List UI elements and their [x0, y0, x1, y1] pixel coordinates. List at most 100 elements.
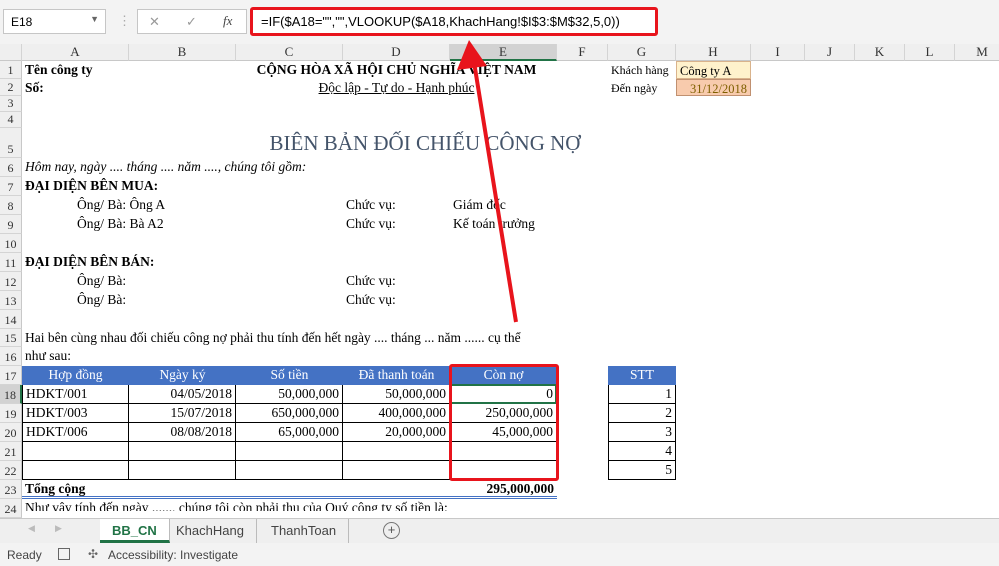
table-header-2[interactable]: Số tiền [236, 366, 343, 385]
column-header-J[interactable]: J [805, 44, 855, 61]
column-header-E[interactable]: E [450, 44, 557, 61]
column-header-A[interactable]: A [22, 44, 129, 61]
table-header-0[interactable]: Hợp đồng [22, 366, 129, 385]
customer-label[interactable]: Khách hàng [608, 61, 676, 79]
stt-cell[interactable]: 3 [608, 423, 676, 442]
accessibility-icon[interactable]: ✣ [88, 547, 98, 561]
column-header-F[interactable]: F [557, 44, 608, 61]
table-cell[interactable]: 50,000,000 [236, 385, 343, 404]
row-header-11[interactable]: 11 [0, 253, 22, 272]
row-header-13[interactable]: 13 [0, 291, 22, 310]
tab-khachhang[interactable]: KhachHang [164, 519, 257, 543]
table-cell[interactable]: 400,000,000 [343, 404, 450, 423]
intro-text[interactable]: Hôm nay, ngày .... tháng .... năm ...., … [22, 158, 557, 177]
buyer-2-role-label[interactable]: Chức vụ: [343, 215, 450, 234]
insert-function-icon[interactable]: fx [223, 13, 232, 29]
name-box[interactable]: E18 ▼ [3, 9, 106, 34]
seller-1[interactable]: Ông/ Bà: [22, 272, 343, 291]
stt-cell[interactable]: 1 [608, 385, 676, 404]
table-cell[interactable] [22, 442, 129, 461]
add-sheet-button[interactable]: + [383, 522, 400, 539]
row-header-2[interactable]: 2 [0, 79, 22, 96]
table-cell[interactable] [129, 461, 236, 480]
table-cell[interactable] [236, 442, 343, 461]
table-header-1[interactable]: Ngày ký [129, 366, 236, 385]
total-value[interactable]: 295,000,000 [450, 480, 557, 499]
column-header-I[interactable]: I [751, 44, 805, 61]
next-sheet-icon[interactable]: ▶ [55, 523, 62, 534]
column-header-L[interactable]: L [905, 44, 955, 61]
row-header-8[interactable]: 8 [0, 196, 22, 215]
row-header-7[interactable]: 7 [0, 177, 22, 196]
table-cell[interactable]: 04/05/2018 [129, 385, 236, 404]
row-header-5[interactable]: 5 [0, 128, 22, 158]
row-header-14[interactable]: 14 [0, 310, 22, 329]
seller-1-role-label[interactable]: Chức vụ: [343, 272, 450, 291]
buyer-2-role[interactable]: Kế toán trưởng [450, 215, 608, 234]
table-cell[interactable] [22, 461, 129, 480]
drag-handle-icon[interactable]: ⋮ [118, 13, 131, 29]
row-header-1[interactable]: 1 [0, 61, 22, 79]
column-header-M[interactable]: M [955, 44, 999, 61]
row-header-21[interactable]: 21 [0, 442, 22, 461]
table-cell[interactable] [236, 461, 343, 480]
enter-icon[interactable]: ✓ [186, 14, 197, 30]
buyer-heading[interactable]: ĐẠI DIỆN BÊN MUA: [22, 177, 343, 196]
row-header-20[interactable]: 20 [0, 423, 22, 442]
nation-title[interactable]: CỘNG HÒA XÃ HỘI CHỦ NGHĨA VIỆT NAM [236, 61, 557, 79]
table-cell[interactable]: 20,000,000 [343, 423, 450, 442]
select-all-corner[interactable] [0, 44, 22, 61]
row-header-17[interactable]: 17 [0, 366, 22, 385]
table-cell[interactable]: 650,000,000 [236, 404, 343, 423]
paragraph-line-1[interactable]: Hai bên cùng nhau đối chiếu công nợ phải… [22, 329, 557, 347]
row-header-24[interactable]: 24 [0, 499, 22, 518]
row-header-22[interactable]: 22 [0, 461, 22, 480]
company-name[interactable]: Tên công ty [22, 61, 236, 79]
row-header-3[interactable]: 3 [0, 96, 22, 112]
chevron-down-icon[interactable]: ▼ [90, 14, 99, 24]
buyer-1-role[interactable]: Giám đốc [450, 196, 608, 215]
table-cell[interactable] [343, 442, 450, 461]
stt-cell[interactable]: 5 [608, 461, 676, 480]
cancel-icon[interactable]: ✕ [149, 14, 160, 30]
formula-input[interactable]: =IF($A18="","",VLOOKUP($A18,KhachHang!$I… [250, 7, 658, 36]
row-24-text[interactable]: Như vậy tính đến ngày ......, chúng tôi … [22, 499, 608, 511]
row-header-15[interactable]: 15 [0, 329, 22, 347]
customer-value[interactable]: Công ty A [676, 61, 751, 79]
accessibility-status[interactable]: Accessibility: Investigate [108, 548, 238, 562]
document-number[interactable]: Số: [22, 79, 236, 96]
buyer-1-role-label[interactable]: Chức vụ: [343, 196, 450, 215]
seller-2[interactable]: Ông/ Bà: [22, 291, 343, 310]
column-header-H[interactable]: H [676, 44, 751, 61]
row-header-6[interactable]: 6 [0, 158, 22, 177]
table-cell[interactable]: HDKT/001 [22, 385, 129, 404]
buyer-2[interactable]: Ông/ Bà: Bà A2 [22, 215, 343, 234]
table-cell[interactable]: 08/08/2018 [129, 423, 236, 442]
column-header-B[interactable]: B [129, 44, 236, 61]
table-cell[interactable] [343, 461, 450, 480]
stt-cell[interactable]: 4 [608, 442, 676, 461]
document-title[interactable]: BIÊN BẢN ĐỐI CHIẾU CÔNG NỢ [22, 128, 828, 158]
row-header-16[interactable]: 16 [0, 347, 22, 366]
column-header-G[interactable]: G [608, 44, 676, 61]
table-cell[interactable]: HDKT/006 [22, 423, 129, 442]
stt-header[interactable]: STT [608, 366, 676, 385]
seller-heading[interactable]: ĐẠI DIỆN BÊN BÁN: [22, 253, 343, 272]
table-cell[interactable]: HDKT/003 [22, 404, 129, 423]
table-cell[interactable] [129, 442, 236, 461]
table-header-3[interactable]: Đã thanh toán [343, 366, 450, 385]
row-header-18[interactable]: 18 [0, 385, 22, 404]
row-header-10[interactable]: 10 [0, 234, 22, 253]
stt-cell[interactable]: 2 [608, 404, 676, 423]
column-header-K[interactable]: K [855, 44, 905, 61]
date-label[interactable]: Đến ngày [608, 79, 676, 96]
table-cell[interactable]: 15/07/2018 [129, 404, 236, 423]
prev-sheet-icon[interactable]: ◀ [28, 523, 35, 534]
row-header-19[interactable]: 19 [0, 404, 22, 423]
seller-2-role-label[interactable]: Chức vụ: [343, 291, 450, 310]
row-header-23[interactable]: 23 [0, 480, 22, 499]
buyer-1[interactable]: Ông/ Bà: Ông A [22, 196, 343, 215]
row-header-12[interactable]: 12 [0, 272, 22, 291]
tab-thanhtoan[interactable]: ThanhToan [259, 519, 350, 543]
date-value[interactable]: 31/12/2018 [676, 79, 751, 96]
